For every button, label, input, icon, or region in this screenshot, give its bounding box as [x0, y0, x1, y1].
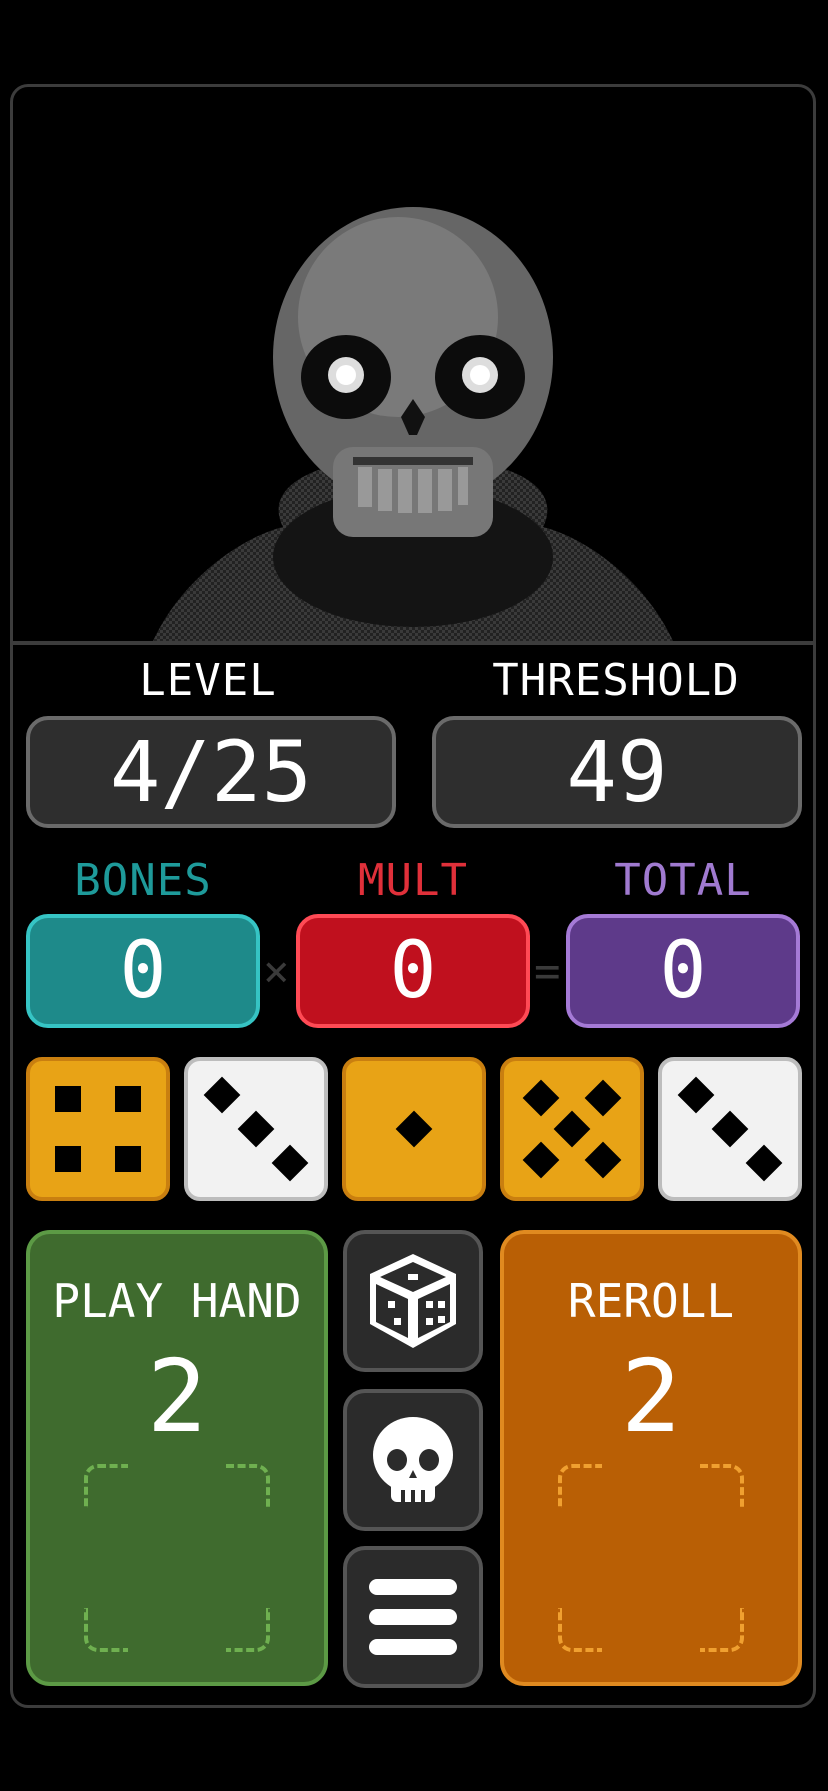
equals-symbol: =	[534, 946, 561, 997]
mult-box: 0	[296, 914, 530, 1028]
reroll-count: 2	[620, 1338, 682, 1455]
total-value: 0	[659, 926, 707, 1016]
play-hand-label: PLAY HAND	[52, 1274, 302, 1328]
die-pip	[584, 1141, 622, 1179]
play-hand-button[interactable]: PLAY HAND 2	[26, 1230, 328, 1686]
play-hand-count: 2	[146, 1338, 208, 1455]
skull-portrait	[13, 87, 813, 641]
die-pip	[677, 1076, 715, 1114]
reroll-button[interactable]: REROLL 2	[500, 1230, 802, 1686]
die-1[interactable]	[26, 1057, 170, 1201]
die-pip	[55, 1086, 82, 1113]
dice-info-button[interactable]	[343, 1230, 483, 1372]
bones-label: BONES	[74, 855, 212, 906]
die-pip	[203, 1076, 241, 1114]
skull-icon	[373, 1417, 453, 1502]
total-box: 0	[566, 914, 800, 1028]
die-pip	[114, 1086, 141, 1113]
times-symbol: ×	[263, 946, 290, 997]
level-value: 4/25	[109, 723, 313, 821]
die-pip	[522, 1079, 560, 1117]
die-4[interactable]	[500, 1057, 644, 1201]
die-pip	[553, 1110, 591, 1148]
die-3[interactable]	[342, 1057, 486, 1201]
level-label: LEVEL	[139, 655, 277, 706]
threshold-value-box: 49	[432, 716, 802, 828]
die-pip	[55, 1145, 82, 1172]
die-pip	[395, 1110, 433, 1148]
reroll-label: REROLL	[567, 1274, 735, 1328]
die-2[interactable]	[184, 1057, 328, 1201]
bones-value: 0	[119, 926, 167, 1016]
die-pip	[271, 1144, 309, 1182]
mult-value: 0	[389, 926, 437, 1016]
menu-button[interactable]	[343, 1546, 483, 1688]
bones-box: 0	[26, 914, 260, 1028]
die-pip	[711, 1110, 749, 1148]
dice-icon	[370, 1254, 456, 1348]
level-value-box: 4/25	[26, 716, 396, 828]
die-pip	[237, 1110, 275, 1148]
die-pip	[745, 1144, 783, 1182]
die-pip	[114, 1145, 141, 1172]
total-label: TOTAL	[614, 855, 752, 906]
threshold-value: 49	[566, 723, 668, 821]
section-divider	[10, 641, 816, 645]
mult-label: MULT	[358, 855, 468, 906]
die-5[interactable]	[658, 1057, 802, 1201]
skull-button[interactable]	[343, 1389, 483, 1531]
die-pip	[522, 1141, 560, 1179]
die-pip	[584, 1079, 622, 1117]
menu-icon	[369, 1579, 457, 1655]
threshold-label: THRESHOLD	[492, 655, 740, 706]
